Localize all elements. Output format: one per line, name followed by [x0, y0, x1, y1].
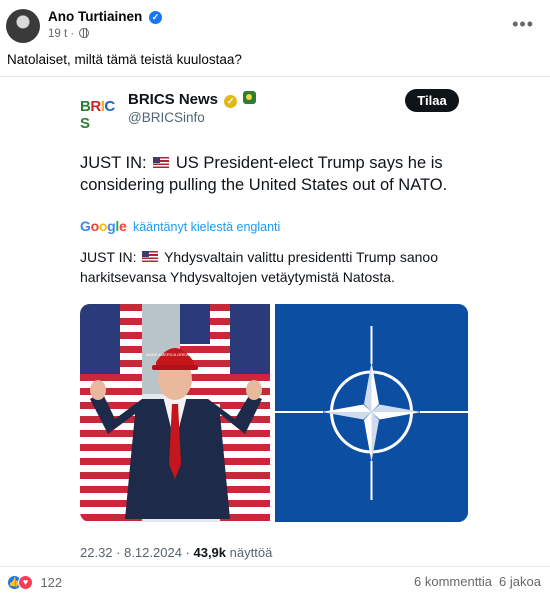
- shares-count[interactable]: 6 jakoa: [499, 574, 541, 589]
- tweet-prefix: JUST IN:: [80, 154, 147, 172]
- post-footer: 👍 ♥ 122 6 kommenttia 6 jakoa: [0, 566, 550, 595]
- verified-icon: ✓: [149, 11, 163, 24]
- tweet-time[interactable]: 22.32 · 8.12.2024 ·: [80, 545, 190, 560]
- nato-emblem: [275, 304, 468, 522]
- more-options-icon[interactable]: •••: [512, 14, 534, 35]
- trump-photo-illustration: MAKE AMERICA GREAT AGAIN: [80, 304, 270, 522]
- subscribe-button[interactable]: Tilaa: [405, 89, 459, 112]
- translated-from-text[interactable]: kääntänyt kielestä englanti: [133, 220, 280, 234]
- views-label: näyttöä: [229, 545, 273, 560]
- brics-logo: BRICS: [80, 98, 115, 132]
- cap-text: MAKE AMERICA GREAT AGAIN: [146, 352, 204, 357]
- us-flag-icon: [142, 251, 159, 262]
- translation-note[interactable]: Google kääntänyt kielestä englanti: [80, 218, 280, 234]
- comments-count[interactable]: 6 kommenttia: [414, 574, 492, 589]
- post-header: Ano Turtiainen ✓ 19 t · •••: [0, 0, 550, 46]
- translated-prefix: JUST IN:: [80, 249, 137, 265]
- account-handle[interactable]: @BRICSinfo: [128, 110, 205, 125]
- globe-icon: [79, 28, 90, 38]
- google-logo: Google: [80, 218, 127, 234]
- nato-compass-icon: [275, 304, 468, 522]
- translated-text: JUST IN: Yhdysvaltain valittu presidentt…: [80, 247, 480, 287]
- tweet-timestamp[interactable]: 22.32 · 8.12.2024 · 43,9k näyttöä: [80, 545, 272, 560]
- reactions-summary[interactable]: 👍 ♥ 122: [7, 574, 62, 591]
- love-reaction-icon: ♥: [18, 575, 33, 591]
- account-name[interactable]: BRICS News ✓: [128, 91, 257, 108]
- tweet-text: JUST IN: US President-elect Trump says h…: [80, 152, 480, 196]
- us-flag-icon: [153, 157, 170, 168]
- avatar[interactable]: [6, 9, 40, 43]
- tweet-media[interactable]: MAKE AMERICA GREAT AGAIN: [80, 304, 468, 522]
- account-name-text[interactable]: BRICS News: [128, 91, 218, 108]
- views-count: 43,9k: [193, 545, 227, 560]
- post-meta: 19 t ·: [48, 28, 90, 40]
- affiliate-badge-icon: [243, 91, 257, 104]
- trump-photo[interactable]: MAKE AMERICA GREAT AGAIN: [80, 304, 270, 522]
- author-name[interactable]: Ano Turtiainen ✓: [48, 9, 163, 24]
- author-name-text[interactable]: Ano Turtiainen: [48, 9, 142, 24]
- gold-verified-icon: ✓: [224, 95, 238, 108]
- reaction-count[interactable]: 122: [40, 575, 62, 590]
- post-caption: Natolaiset, miltä tämä teistä kuulostaa?: [7, 52, 242, 67]
- post-time[interactable]: 19 t: [48, 28, 67, 40]
- divider: [0, 76, 550, 77]
